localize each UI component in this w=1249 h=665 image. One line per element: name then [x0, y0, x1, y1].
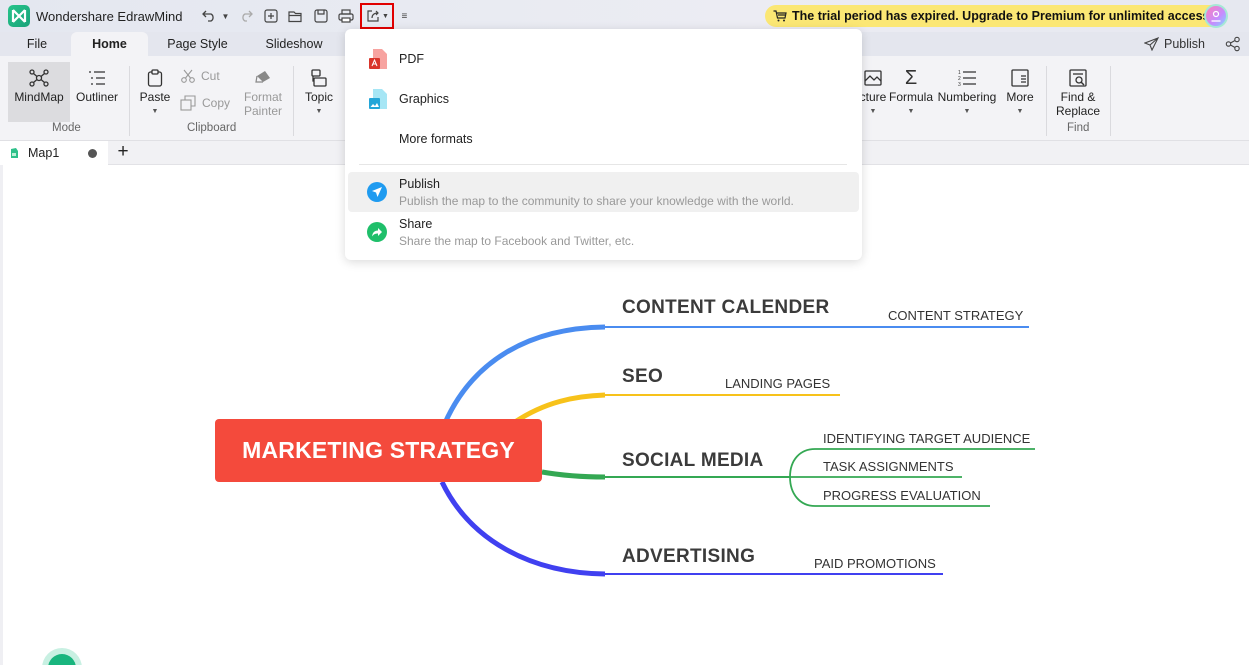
branch-advertising-curve [439, 480, 606, 577]
graphics-label: Graphics [399, 92, 450, 106]
root-topic[interactable]: MARKETING STRATEGY [215, 419, 542, 482]
subtopic[interactable]: LANDING PAGES [725, 376, 830, 391]
export-graphics-item[interactable]: Graphics [348, 79, 859, 119]
main-topic[interactable]: SOCIAL MEDIA [622, 450, 764, 472]
share-arrow-icon [367, 222, 387, 242]
export-dropdown-menu: PDF Graphics More formats Publish Publis… [345, 29, 862, 260]
branch-seo-curve [513, 392, 606, 425]
more-formats-label: More formats [399, 132, 473, 146]
subtopic[interactable]: IDENTIFYING TARGET AUDIENCE [823, 431, 1030, 446]
menu-divider [359, 164, 847, 165]
subtopic[interactable]: PROGRESS EVALUATION [823, 488, 981, 503]
export-pdf-item[interactable]: PDF [348, 39, 859, 79]
image-file-icon [369, 89, 387, 109]
share-menu-item[interactable]: Share Share the map to Facebook and Twit… [348, 212, 859, 252]
subtopic[interactable]: PAID PROMOTIONS [814, 556, 936, 571]
branch-social-media-curve [541, 469, 606, 480]
share-item-label: Share [399, 217, 433, 231]
main-topic[interactable]: CONTENT CALENDER [622, 297, 829, 319]
subtopic[interactable]: TASK ASSIGNMENTS [823, 459, 954, 474]
export-more-formats-item[interactable]: More formats [348, 119, 859, 159]
pdf-label: PDF [399, 52, 424, 66]
publish-item-description: Publish the map to the community to shar… [399, 194, 794, 208]
main-topic[interactable]: SEO [622, 366, 663, 388]
publish-item-label: Publish [399, 177, 440, 191]
publish-menu-item[interactable]: Publish Publish the map to the community… [348, 172, 859, 212]
pdf-file-icon [369, 49, 387, 69]
main-topic[interactable]: ADVERTISING [622, 546, 755, 568]
assistant-icon [48, 654, 76, 665]
share-item-description: Share the map to Facebook and Twitter, e… [399, 234, 635, 248]
subtopic[interactable]: CONTENT STRATEGY [888, 308, 1023, 323]
paper-plane-icon [367, 182, 387, 202]
